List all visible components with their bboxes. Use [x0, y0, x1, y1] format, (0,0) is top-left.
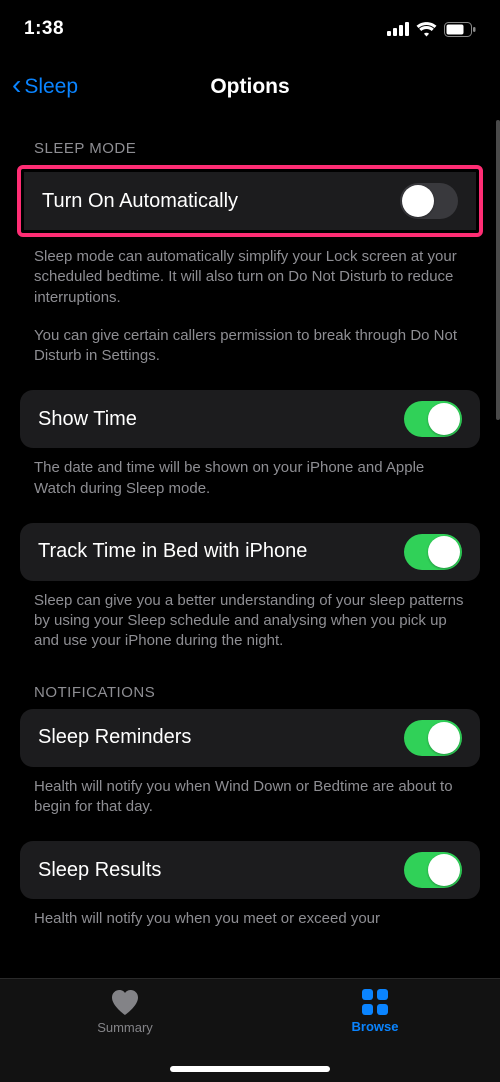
- row-sleep-reminders[interactable]: Sleep Reminders: [20, 709, 480, 767]
- row-track-time-in-bed[interactable]: Track Time in Bed with iPhone: [20, 523, 480, 581]
- toggle-sleep-results[interactable]: [404, 852, 462, 888]
- row-label: Turn On Automatically: [42, 190, 238, 213]
- heart-icon: [110, 989, 140, 1016]
- status-time: 1:38: [24, 18, 64, 40]
- row-turn-on-automatically[interactable]: Turn On Automatically: [24, 172, 476, 230]
- toggle-show-time[interactable]: [404, 401, 462, 437]
- row-label: Track Time in Bed with iPhone: [38, 540, 307, 563]
- wifi-icon: [416, 22, 437, 37]
- highlight-box: Turn On Automatically: [17, 165, 483, 237]
- toggle-sleep-reminders[interactable]: [404, 720, 462, 756]
- row-label: Sleep Reminders: [38, 726, 191, 749]
- back-label: Sleep: [24, 75, 78, 99]
- footer-text: Health will notify you when you meet or …: [34, 909, 466, 929]
- section-header-notifications: NOTIFICATIONS: [34, 684, 480, 701]
- row-label: Show Time: [38, 408, 137, 431]
- chevron-left-icon: ‹: [12, 71, 21, 99]
- footer-text: Sleep mode can automatically simplify yo…: [34, 247, 466, 308]
- status-icons: [387, 22, 476, 37]
- grid-icon: [362, 989, 388, 1015]
- section-header-sleep-mode: SLEEP MODE: [34, 140, 480, 157]
- footer-text: Sleep can give you a better understandin…: [34, 591, 466, 652]
- back-button[interactable]: ‹ Sleep: [0, 73, 78, 101]
- tab-label: Browse: [352, 1019, 399, 1034]
- content-scroll[interactable]: SLEEP MODE Turn On Automatically Sleep m…: [0, 120, 500, 978]
- footer-text: Health will notify you when Wind Down or…: [34, 777, 466, 818]
- footer-text: The date and time will be shown on your …: [34, 458, 466, 499]
- toggle-track-time-in-bed[interactable]: [404, 534, 462, 570]
- status-bar: 1:38: [0, 0, 500, 50]
- cellular-icon: [387, 22, 409, 36]
- home-indicator[interactable]: [170, 1066, 330, 1072]
- battery-icon: [444, 22, 476, 37]
- nav-bar: ‹ Sleep Options: [0, 62, 500, 112]
- row-sleep-results[interactable]: Sleep Results: [20, 841, 480, 899]
- row-label: Sleep Results: [38, 859, 161, 882]
- row-show-time[interactable]: Show Time: [20, 390, 480, 448]
- toggle-turn-on-automatically[interactable]: [400, 183, 458, 219]
- footer-text: You can give certain callers permission …: [34, 326, 466, 367]
- tab-label: Summary: [97, 1020, 153, 1035]
